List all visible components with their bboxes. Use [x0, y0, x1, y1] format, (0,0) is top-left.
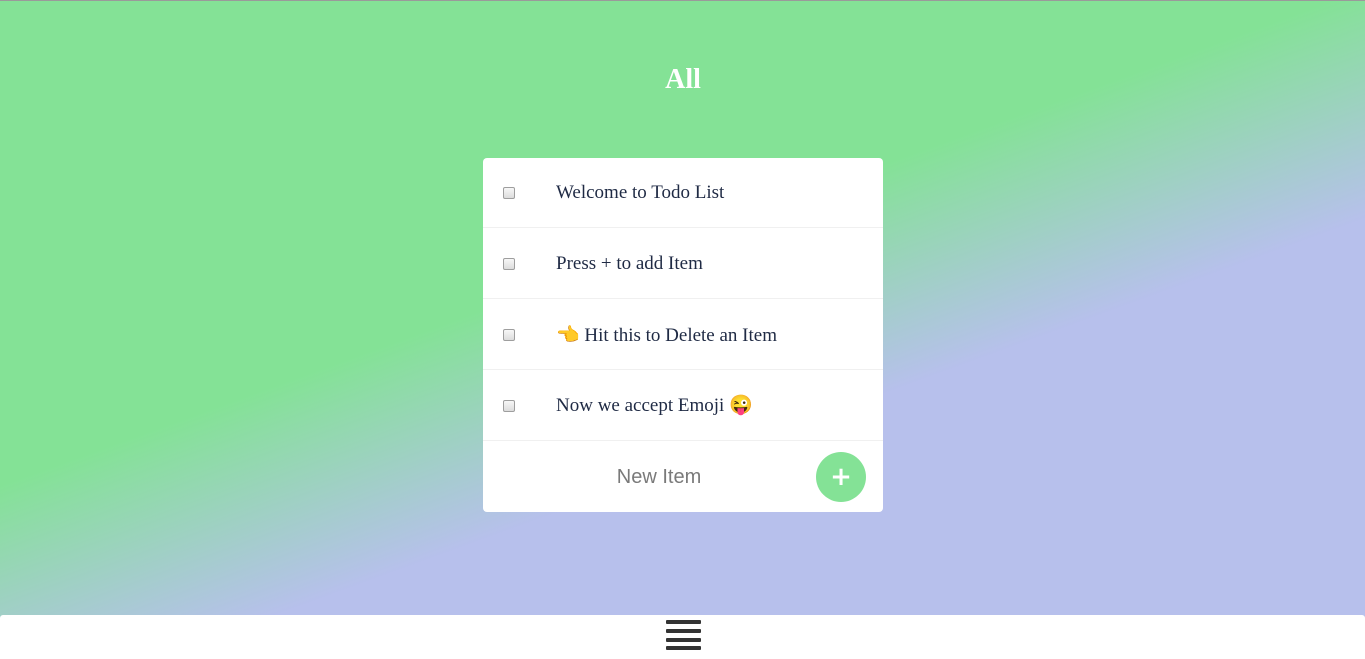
top-border	[0, 0, 1365, 1]
todo-item-text: Now we accept Emoji 😜	[556, 395, 753, 416]
todo-checkbox[interactable]	[503, 258, 515, 270]
todo-item[interactable]: 👈 Hit this to Delete an Item	[483, 300, 883, 370]
todo-item-text: Press + to add Item	[556, 253, 703, 274]
filter-title: All	[665, 63, 701, 95]
todo-checkbox[interactable]	[503, 187, 515, 199]
hamburger-menu-icon[interactable]	[666, 620, 701, 650]
add-item-button[interactable]: +	[816, 452, 866, 502]
todo-checkbox[interactable]	[503, 329, 515, 341]
todo-item[interactable]: Welcome to Todo List	[483, 158, 883, 228]
todo-item-text: 👈 Hit this to Delete an Item	[556, 325, 777, 346]
todo-item[interactable]: Now we accept Emoji 😜	[483, 371, 883, 441]
new-item-input[interactable]	[543, 462, 775, 492]
footer-bar	[0, 615, 1365, 659]
plus-icon: +	[830, 462, 852, 492]
todo-list-card: Welcome to Todo List Press + to add Item…	[483, 158, 883, 512]
new-item-row: +	[483, 442, 883, 512]
todo-item-text: Welcome to Todo List	[556, 182, 725, 203]
todo-checkbox[interactable]	[503, 400, 515, 412]
todo-item[interactable]: Press + to add Item	[483, 229, 883, 299]
filter-header[interactable]: All	[483, 51, 883, 108]
